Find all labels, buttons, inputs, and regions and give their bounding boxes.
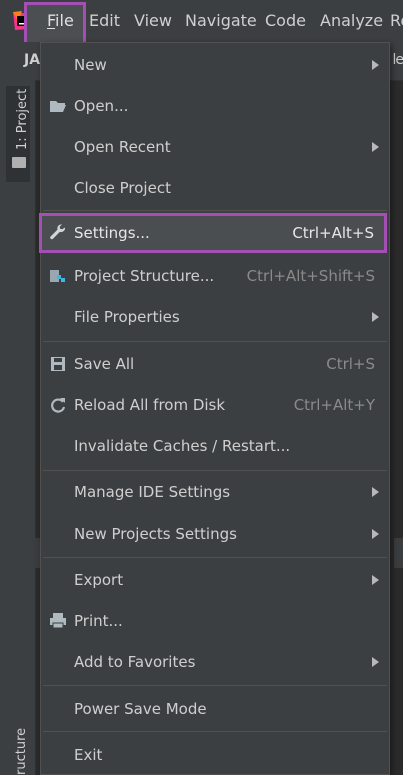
menu-item-label: Open Recent [74,138,171,156]
menu-refactor[interactable]: Re [390,0,403,42]
menu-item-label: Add to Favorites [74,653,196,671]
menu-item-project-structure[interactable]: Project Structure... Ctrl+Alt+Shift+S [41,256,389,296]
print-icon [50,613,66,629]
menu-item-label: Manage IDE Settings [74,483,231,501]
menu-item-shortcut: Ctrl+Alt+Shift+S [246,267,375,285]
menu-item-label: Save All [74,355,135,373]
menu-item-export[interactable]: Export [41,560,389,600]
menu-item-label: Print... [74,612,123,630]
navigation-bar-tab[interactable]: le [392,52,403,68]
menu-item-new-projects-settings[interactable]: New Projects Settings [41,514,389,554]
menu-item-label: Invalidate Caches / Restart... [74,437,291,455]
menu-item-power-save-mode[interactable]: Power Save Mode [41,689,389,729]
menu-item-label: Open... [74,97,129,115]
menu-item-label: New [74,56,107,74]
menu-item-label: Power Save Mode [74,700,207,718]
menu-edit[interactable]: Edit [89,0,120,42]
menu-item-shortcut: Ctrl+Alt+S [292,224,374,242]
menu-item-label: Project Structure... [74,267,215,285]
project-tool-window-label: 1: Project [15,88,30,150]
left-tool-window-strip [0,80,36,775]
menu-item-exit[interactable]: Exit [41,735,389,775]
menu-item-reload-all[interactable]: Reload All from Disk Ctrl+Alt+Y [41,385,389,425]
menu-item-new[interactable]: New [41,45,389,85]
menu-item-settings[interactable]: Settings... Ctrl+Alt+S [39,213,387,253]
menu-item-shortcut: Ctrl+Alt+Y [293,396,375,414]
save-icon [51,357,65,371]
structure-tool-window-label[interactable]: ructure [14,728,29,775]
menu-code[interactable]: Code [265,0,306,42]
menu-item-add-to-favorites[interactable]: Add to Favorites [41,642,389,682]
menu-separator [43,557,387,558]
menu-separator [43,210,387,211]
submenu-arrow-icon [372,142,379,152]
menu-item-label: Export [74,571,124,589]
submenu-arrow-icon [372,657,379,667]
menu-file-rest: ile [55,11,74,30]
menu-file[interactable]: File [47,0,74,42]
folder-icon [12,157,26,168]
menu-item-manage-ide-settings[interactable]: Manage IDE Settings [41,472,389,512]
project-structure-icon [50,270,65,282]
menu-item-label: File Properties [74,308,180,326]
menu-separator [43,731,387,732]
submenu-arrow-icon [372,312,379,322]
file-menu-dropdown: New Open... Open Recent Close Project Se… [39,42,390,775]
menu-view[interactable]: View [134,0,172,42]
menu-item-file-properties[interactable]: File Properties [41,297,389,337]
submenu-arrow-icon [372,529,379,539]
menu-item-label: Exit [74,746,103,764]
reload-icon [51,398,66,413]
menu-item-open[interactable]: Open... [41,86,389,126]
menu-separator [43,685,387,686]
menu-item-open-recent[interactable]: Open Recent [41,127,389,167]
right-scroll-marker [394,538,403,568]
wrench-icon [50,224,66,240]
menu-navigate[interactable]: Navigate [185,0,257,42]
menu-item-print[interactable]: Print... [41,601,389,641]
submenu-arrow-icon [372,487,379,497]
menu-item-label: Close Project [74,179,171,197]
submenu-arrow-icon [372,575,379,585]
folder-open-icon [50,101,66,112]
menu-item-invalidate-caches[interactable]: Invalidate Caches / Restart... [41,426,389,466]
submenu-arrow-icon [372,60,379,70]
menu-item-label: New Projects Settings [74,525,237,543]
menu-item-label: Settings... [74,224,150,242]
menu-analyze[interactable]: Analyze [320,0,383,42]
menu-item-close-project[interactable]: Close Project [41,168,389,208]
navigation-bar-project[interactable]: JA [24,52,40,68]
menu-item-save-all[interactable]: Save All Ctrl+S [41,344,389,384]
menu-separator [43,341,387,342]
menu-separator [43,470,387,471]
scroll-marker [33,538,40,568]
menu-item-shortcut: Ctrl+S [326,355,375,373]
menu-bar: File Edit View Navigate Code Analyze Re [0,0,403,45]
menu-item-label: Reload All from Disk [74,396,226,414]
